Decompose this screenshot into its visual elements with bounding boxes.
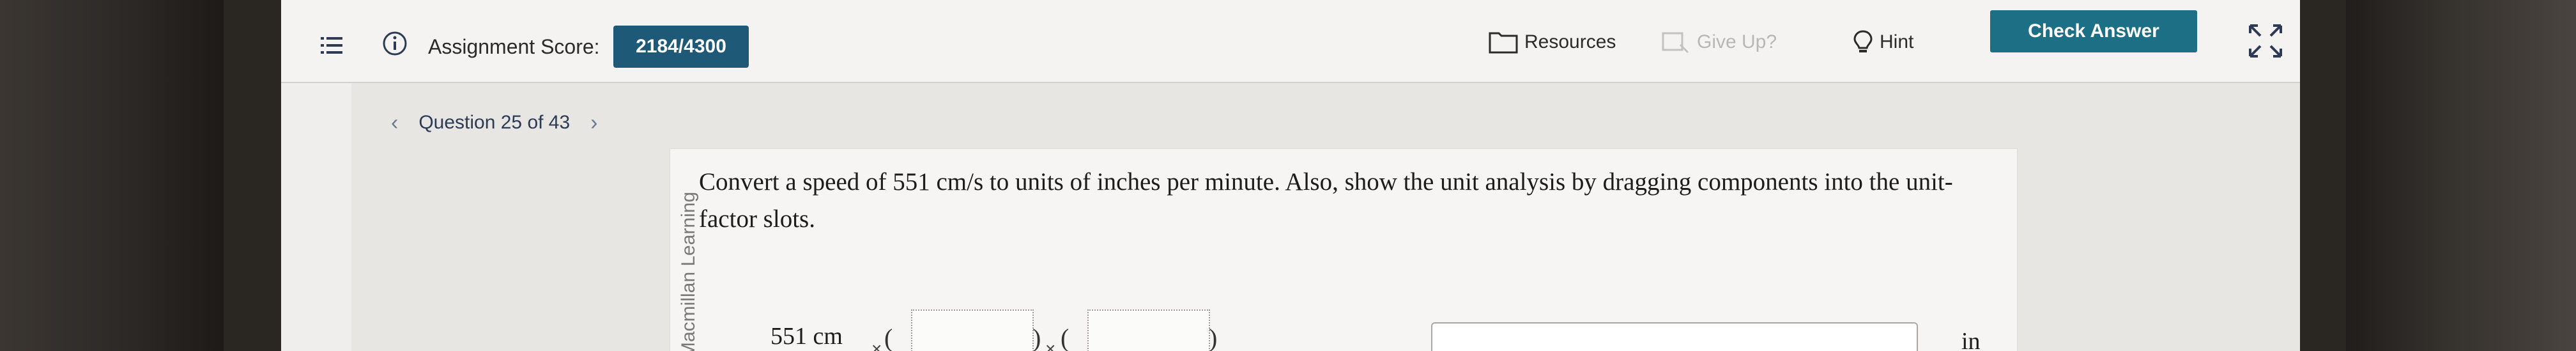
assignment-score-label: Assignment Score:: [428, 35, 600, 58]
multiply-sign: ×: [871, 339, 882, 351]
given-value: 551 cm: [770, 323, 843, 350]
assignment-score-badge: 2184/4300: [613, 26, 749, 68]
left-panel: [281, 83, 351, 351]
publisher-watermark: Macmillan Learning: [655, 185, 699, 351]
unit-factor-slot[interactable]: [1087, 309, 1210, 351]
info-icon[interactable]: [382, 31, 408, 56]
laptop-bezel-left: [0, 0, 224, 351]
open-paren: (: [1061, 324, 1070, 351]
previous-question-icon[interactable]: ‹: [391, 111, 398, 136]
hint-button[interactable]: Hint: [1853, 27, 1913, 58]
flag-icon: [1662, 32, 1689, 54]
answer-unit: in: [1961, 328, 1981, 351]
folder-icon: [1489, 32, 1518, 54]
laptop-bezel-right: [2346, 0, 2576, 351]
give-up-button[interactable]: Give Up?: [1661, 27, 1777, 58]
close-paren: ): [1209, 324, 1218, 351]
list-menu-icon[interactable]: [321, 35, 342, 56]
lightbulb-icon: [1853, 30, 1873, 52]
multiply-sign: ×: [1045, 339, 1056, 351]
next-question-icon[interactable]: ›: [590, 111, 597, 136]
unit-factor-slot[interactable]: [911, 309, 1034, 351]
resources-button[interactable]: Resources: [1489, 27, 1616, 58]
hint-label: Hint: [1880, 31, 1914, 52]
question-counter: Question 25 of 43: [418, 112, 571, 133]
question-text: Convert a speed of 551 cm/s to units of …: [699, 168, 1953, 233]
publisher-label: Macmillan Learning: [678, 191, 699, 351]
fullscreen-icon[interactable]: [2248, 23, 2283, 59]
question-navigation: ‹ Question 25 of 43 ›: [371, 110, 618, 136]
assignment-toolbar: Assignment Score: 2184/4300 Resources Gi…: [281, 0, 2300, 83]
give-up-label: Give Up?: [1697, 31, 1777, 52]
close-paren: ): [1032, 324, 1041, 351]
resources-label: Resources: [1524, 31, 1616, 52]
browser-screen: Assignment Score: 2184/4300 Resources Gi…: [281, 0, 2300, 351]
answer-input[interactable]: [1431, 322, 1918, 351]
open-paren: (: [884, 324, 893, 351]
check-answer-button[interactable]: Check Answer: [1990, 10, 2197, 52]
